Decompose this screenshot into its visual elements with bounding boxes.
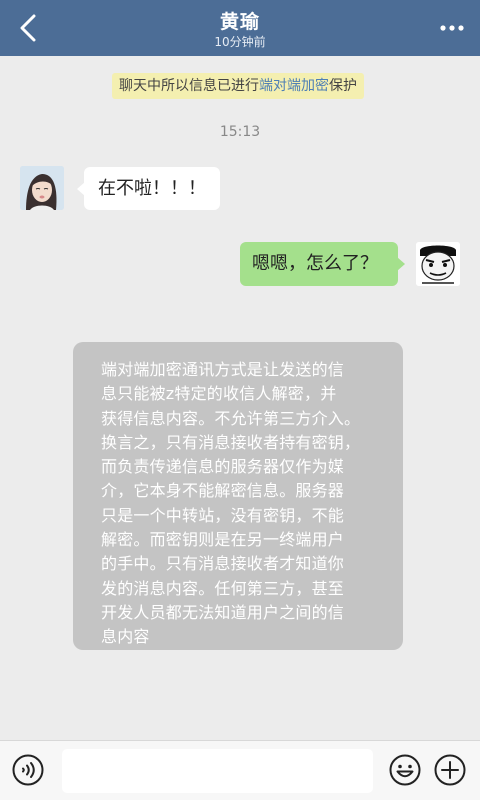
- emoji-icon: [389, 754, 421, 786]
- info-text: 端对端加密通讯方式是让发送的信 息只能被z特定的收信人解密，并获得信息内容。不允许…: [101, 358, 393, 650]
- info-text-line: 解密。而密钥则是在另一终端用户: [101, 530, 345, 550]
- info-text-line: 息内容: [101, 627, 150, 647]
- contact-name: 黄瑜: [219, 11, 260, 33]
- voice-button[interactable]: [12, 754, 44, 786]
- more-button[interactable]: [432, 14, 472, 42]
- more-dots-icon: [440, 25, 464, 31]
- info-text-line: 而负责传递信息的服务器仅作为媒: [101, 457, 345, 477]
- notice-suffix: 保护: [329, 78, 357, 94]
- plus-icon: [434, 754, 466, 786]
- contact-avatar-image: [20, 166, 64, 210]
- message-bubble-incoming[interactable]: 在不啦！！！: [77, 167, 220, 210]
- emoji-button[interactable]: [389, 754, 421, 786]
- my-avatar[interactable]: [416, 242, 460, 286]
- info-text-line: 开发人员都无法知道用户之间的信: [101, 602, 345, 622]
- voice-icon: [12, 754, 44, 786]
- last-seen: 10分钟前: [214, 35, 266, 49]
- info-text-line: 息只能被z特定的收信人解密，并: [101, 384, 337, 404]
- message-bubble-outgoing[interactable]: 嗯嗯，怎么了？: [240, 242, 405, 286]
- info-text-line: 端对端加密通讯方式是让发送的信: [101, 360, 345, 379]
- info-text-line: 介，它本身不能解密信息。服务器: [101, 481, 345, 501]
- message-timestamp: 15:13: [219, 124, 261, 140]
- encryption-info-card: 端对端加密通讯方式是让发送的信 息只能被z特定的收信人解密，并获得信息内容。不允许…: [73, 342, 403, 650]
- info-text-line: 获得信息内容。不允许第三方介入。: [101, 408, 361, 428]
- plus-button[interactable]: [434, 754, 466, 786]
- input-toolbar: [0, 740, 480, 800]
- info-text-line: 的手中。只有消息接收者才知道你: [101, 554, 345, 574]
- encryption-notice: 聊天中所以信息已进行端对端加密保护: [112, 73, 364, 99]
- info-text-line: 只是一个中转站，没有密钥，不能: [101, 505, 345, 525]
- info-text-line: 发的消息内容。任何第三方，甚至: [101, 578, 345, 598]
- notice-prefix: 聊天中所以信息已进行: [119, 78, 259, 94]
- notice-highlight[interactable]: 端对端加密: [259, 78, 329, 94]
- meme-face-avatar: [416, 242, 460, 286]
- chat-header: 黄瑜 10分钟前: [0, 0, 480, 56]
- contact-avatar[interactable]: [20, 166, 64, 210]
- info-text-line: 换言之，只有消息接收者持有密钥，: [101, 432, 361, 452]
- message-input[interactable]: [62, 749, 373, 793]
